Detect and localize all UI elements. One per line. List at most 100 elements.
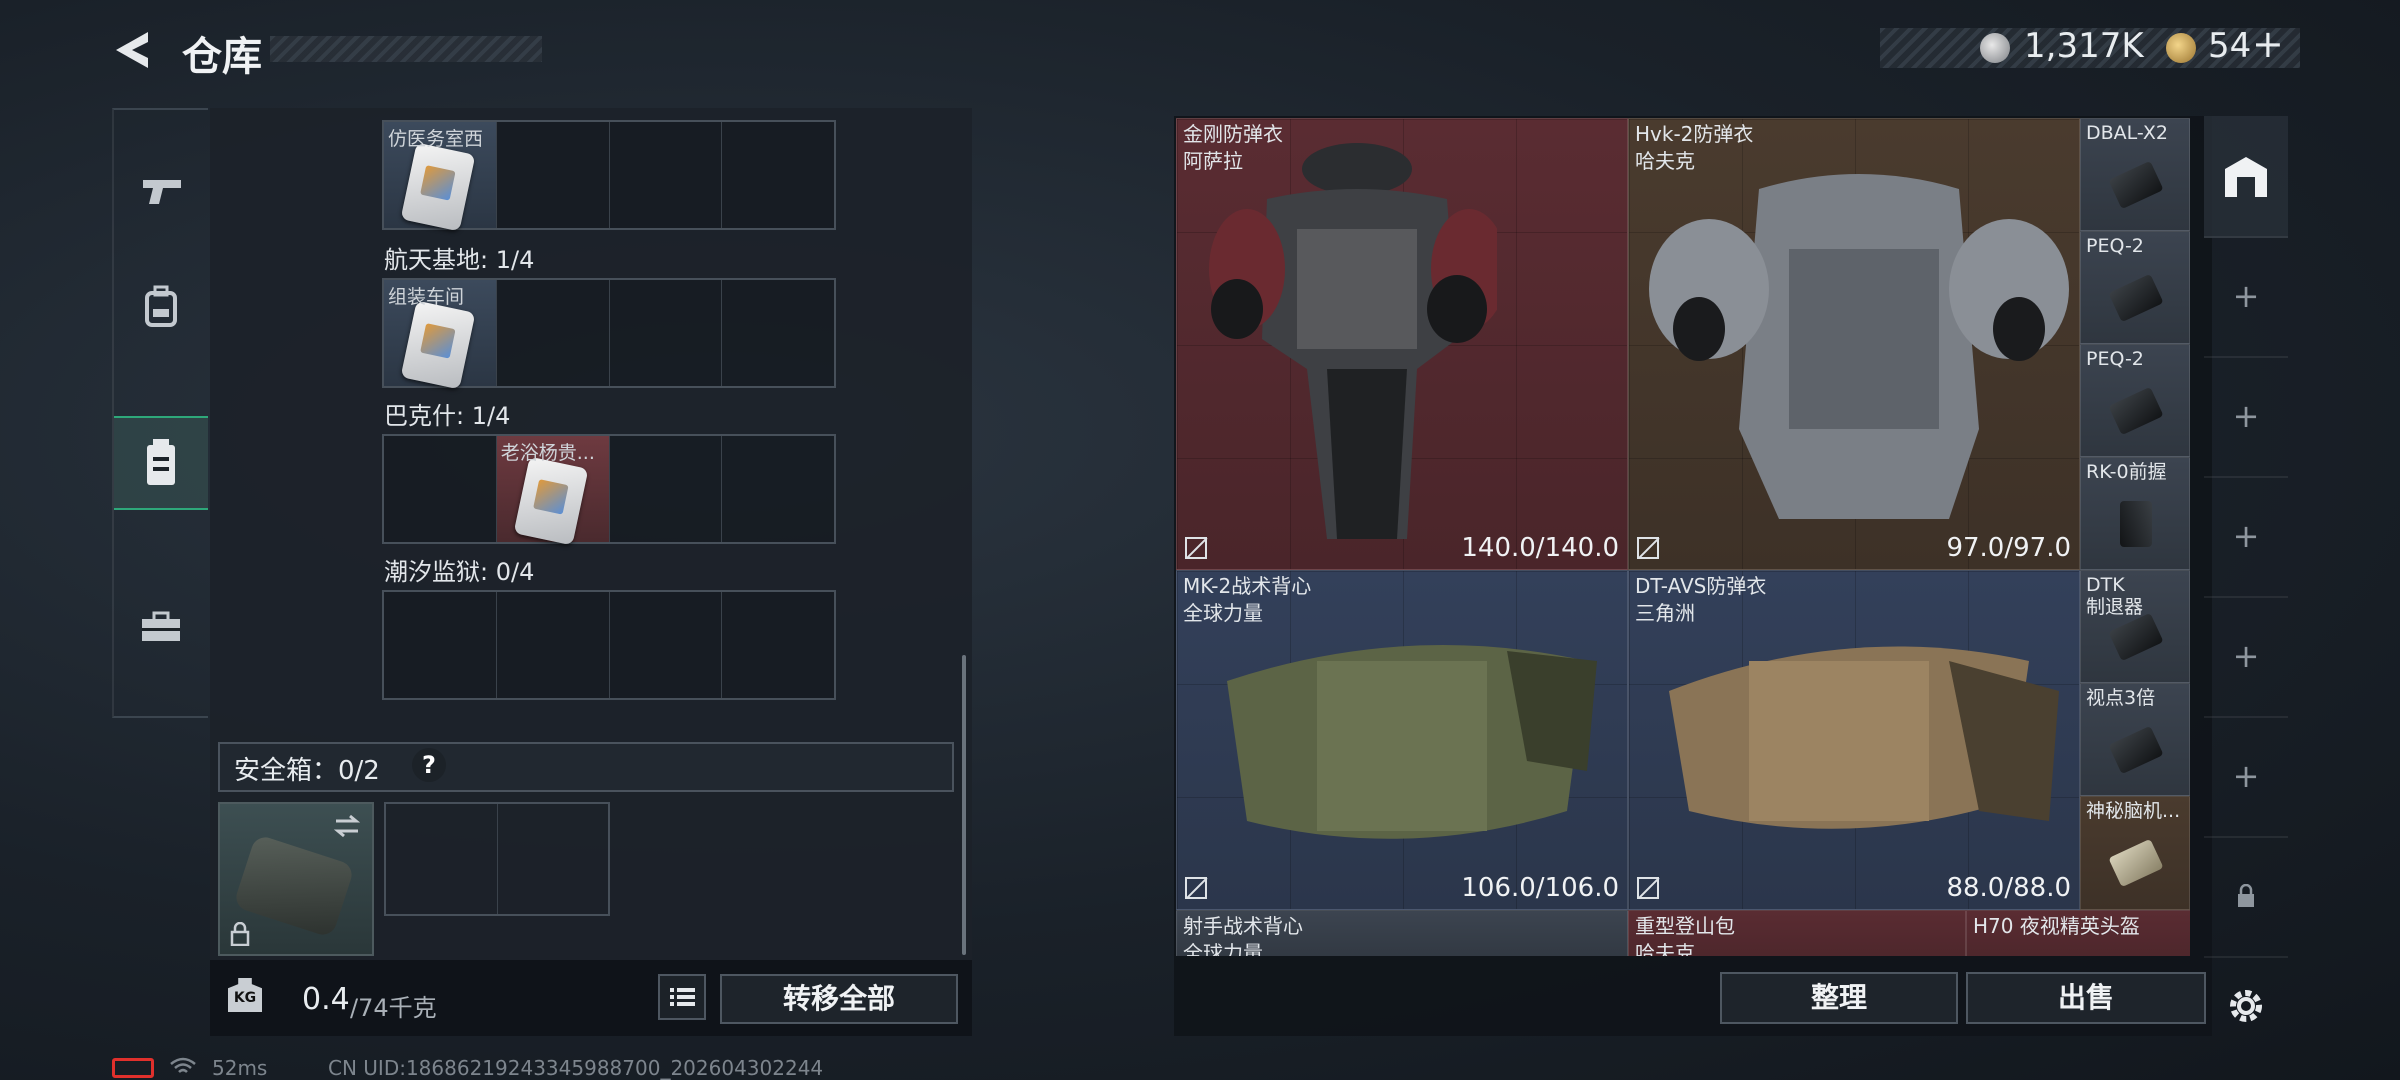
gold-amount: 54 [2208, 26, 2252, 66]
no-insure-icon [1185, 537, 1207, 559]
laser-module-icon [2108, 273, 2164, 323]
item-durability: 88.0/88.0 [1946, 873, 2071, 903]
safe-box-empty-slots[interactable] [384, 802, 610, 916]
attachment-name: DTK 制退器 [2086, 574, 2144, 618]
stash-item[interactable]: 金刚防弹衣 阿萨拉 140.0/140.0 [1176, 118, 1628, 570]
key-slot[interactable] [722, 280, 834, 386]
tab-equipment[interactable] [114, 260, 208, 354]
help-icon[interactable]: ? [412, 748, 446, 782]
key-slot[interactable] [722, 436, 834, 542]
key-slot[interactable] [384, 592, 497, 698]
add-stash-tab-button[interactable]: + [2204, 476, 2288, 598]
sort-button[interactable]: 整理 [1720, 972, 1958, 1024]
add-stash-tab-button[interactable]: + [2204, 716, 2288, 838]
key-slot[interactable] [497, 122, 610, 228]
attachment-item[interactable]: PEQ-2 [2080, 344, 2190, 457]
add-stash-tab-button[interactable]: + [2204, 236, 2288, 358]
settings-button[interactable] [2204, 946, 2288, 1066]
weight-current: 0.4 [302, 982, 350, 1017]
key-slot[interactable] [497, 592, 610, 698]
key-slot[interactable] [610, 592, 723, 698]
stash-tab-main[interactable] [2204, 116, 2288, 238]
safe-box-slot[interactable] [218, 802, 374, 956]
zone-label-tidal-prison: 潮汐监狱: 0/4 [384, 558, 535, 586]
attachment-name: RK-0前握 [2086, 461, 2167, 483]
item-name: DT-AVS防弹衣 [1635, 574, 1767, 598]
attachment-name: DBAL-X2 [2086, 122, 2168, 144]
tab-weapons[interactable] [114, 144, 208, 238]
item-name: MK-2战术背心 [1183, 574, 1312, 598]
attachment-item[interactable]: 神秘脑机... [2080, 796, 2190, 910]
key-slot[interactable] [497, 280, 610, 386]
plus-icon: + [2232, 277, 2260, 315]
title-stripe [270, 36, 542, 62]
attachment-item[interactable]: DBAL-X2 [2080, 118, 2190, 231]
key-slot[interactable] [610, 122, 723, 228]
attachment-item[interactable]: PEQ-2 [2080, 231, 2190, 344]
add-currency-button[interactable]: + [2252, 22, 2284, 66]
laser-module-icon [2108, 386, 2164, 436]
zone-label-aerospace: 航天基地: 1/4 [384, 246, 535, 274]
stash-item[interactable]: 射手战术背心 全球力量 [1176, 910, 1628, 956]
page-title: 仓库 [182, 34, 262, 80]
item-durability: 140.0/140.0 [1461, 533, 1619, 563]
silver-amount: 1,317K [2024, 26, 2144, 66]
tab-containers[interactable] [114, 416, 208, 510]
silver-coin-icon [1980, 33, 2010, 63]
item-name: Hvk-2防弹衣 [1635, 122, 1754, 146]
category-tabs [112, 108, 208, 718]
plus-icon: + [2232, 637, 2260, 675]
attachment-item[interactable]: RK-0前握 [2080, 457, 2190, 570]
key-slot[interactable]: 组装车间 [384, 280, 497, 390]
key-slot[interactable]: 仿医务室西 [384, 122, 497, 232]
attachment-item[interactable]: 视点3倍 [2080, 683, 2190, 796]
add-stash-tab-button[interactable]: + [2204, 596, 2288, 718]
stash-tabs: + + + + + [2204, 116, 2288, 1036]
key-grid-row: 组装车间 [382, 278, 836, 390]
sell-button[interactable]: 出售 [1966, 972, 2206, 1024]
armor-vest-icon [1649, 174, 2069, 519]
attachment-name: PEQ-2 [2086, 235, 2144, 257]
key-name: 老浴杨贵... [500, 442, 595, 464]
stash-item[interactable]: H70 夜视精英头盔 [1966, 910, 2190, 956]
laser-module-icon [2108, 160, 2164, 210]
stash-item[interactable]: 重型登山包 哈夫克 [1628, 910, 1966, 956]
back-arrow-icon[interactable] [110, 28, 154, 72]
add-stash-tab-button[interactable]: + [2204, 356, 2288, 478]
swap-icon[interactable] [332, 814, 362, 838]
locked-stash-tab[interactable] [2204, 836, 2288, 958]
backpack-icon [145, 285, 177, 327]
attachment-name: 神秘脑机... [2086, 800, 2181, 822]
item-name: 重型登山包 [1635, 914, 1735, 938]
attachment-item[interactable]: DTK 制退器 [2080, 570, 2190, 683]
keycard-icon [513, 456, 589, 546]
tactical-vest-icon [1227, 645, 1597, 839]
attachment-name: 视点3倍 [2086, 687, 2156, 709]
stash-grid: 金刚防弹衣 阿萨拉 140.0/140.0 Hvk-2防弹衣 哈夫克 97.0/… [1176, 118, 2190, 956]
key-slot[interactable] [722, 592, 834, 698]
scrollbar[interactable] [962, 655, 966, 955]
foregrip-icon [2120, 501, 2152, 547]
key-slot[interactable] [384, 436, 497, 542]
key-slot[interactable] [722, 122, 834, 228]
key-grid-row: 老浴杨贵... [382, 434, 836, 546]
item-brand: 全球力量 [1183, 601, 1263, 625]
item-brand: 全球力量 [1183, 941, 1263, 956]
key-card-item[interactable]: 仿医务室西 [384, 122, 496, 232]
stash-item[interactable]: Hvk-2防弹衣 哈夫克 97.0/97.0 [1628, 118, 2080, 570]
stash-item[interactable]: MK-2战术背心 全球力量 106.0/106.0 [1176, 570, 1628, 910]
transfer-all-button[interactable]: 转移全部 [720, 974, 958, 1024]
tab-keys[interactable] [114, 580, 208, 674]
list-view-button[interactable] [658, 974, 706, 1020]
key-slot[interactable]: 老浴杨贵... [496, 436, 610, 546]
key-slot[interactable] [610, 436, 723, 542]
stash-item[interactable]: DT-AVS防弹衣 三角洲 88.0/88.0 [1628, 570, 2080, 910]
key-slot[interactable] [610, 280, 723, 386]
key-grid-row [382, 590, 836, 700]
key-card-item[interactable]: 组装车间 [384, 280, 496, 390]
attachment-name: PEQ-2 [2086, 348, 2144, 370]
key-card-item[interactable]: 老浴杨贵... [496, 436, 609, 546]
zone-label-bakhsh: 巴克什: 1/4 [384, 402, 511, 430]
item-brand: 三角洲 [1635, 601, 1695, 625]
keycard-icon [400, 142, 476, 232]
